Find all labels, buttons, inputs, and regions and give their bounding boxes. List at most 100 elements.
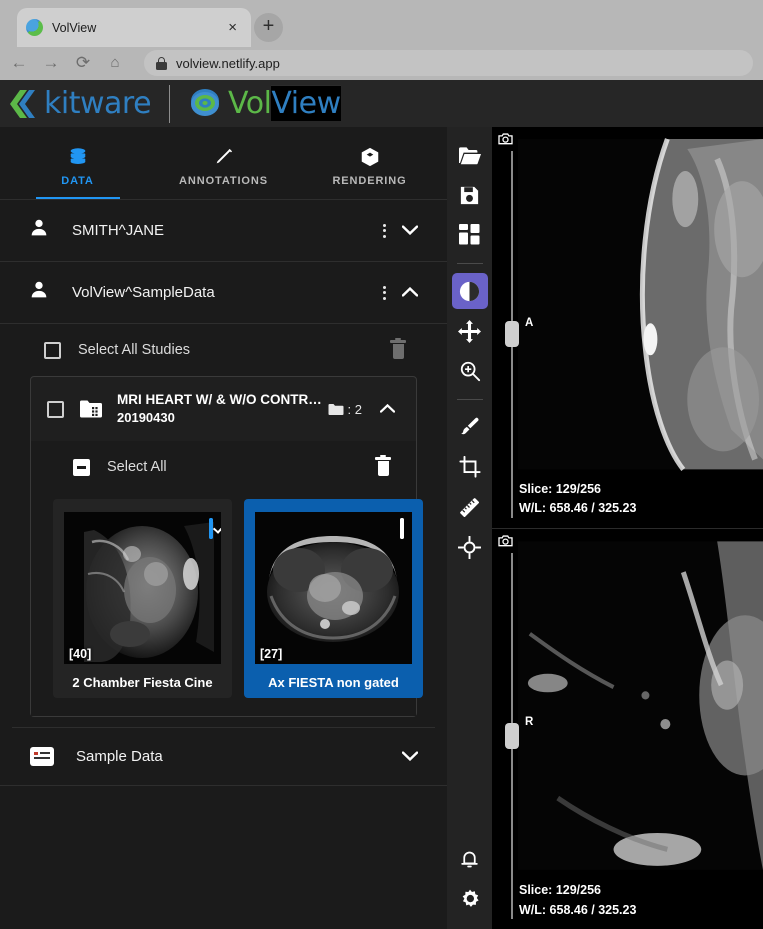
series-thumbnail[interactable]: [40] — [64, 512, 221, 664]
back-icon[interactable]: ← — [10, 54, 28, 72]
slice-info: Slice: 129/256 — [519, 481, 602, 496]
series-name: 2 Chamber Fiesta Cine — [72, 675, 213, 690]
series-thumbnail[interactable]: [27] — [255, 512, 412, 664]
series-slice-count: [27] — [260, 647, 283, 661]
patient-row-smith-jane[interactable]: SMITH^JANE — [0, 200, 447, 262]
study-folder-icon — [79, 399, 103, 419]
chevron-down-icon[interactable] — [395, 748, 425, 766]
delete-series-button[interactable] — [374, 454, 392, 477]
chevron-down-icon[interactable] — [395, 222, 425, 240]
select-all-series-label: Select All — [107, 459, 167, 475]
module-tabs: DATA ANNOTATIONS RENDERING — [0, 127, 447, 200]
study-header-row[interactable]: MRI HEART W/ & W/O CONTR… 20190430 : 2 — [31, 377, 416, 441]
series-section: Select All [40] 2 Chamber Fiesta Cine [2… — [31, 441, 423, 716]
close-icon[interactable]: × — [223, 20, 242, 35]
slice-info: Slice: 129/256 — [519, 883, 602, 898]
screenshot-camera-icon[interactable] — [498, 132, 513, 145]
tab-data[interactable]: DATA — [24, 127, 132, 199]
mri-thumbnail-image — [64, 512, 221, 664]
forward-icon[interactable]: → — [42, 54, 60, 72]
pan-icon[interactable] — [452, 313, 488, 349]
settings-gear-icon[interactable] — [452, 881, 488, 917]
viewport-sagittal[interactable]: A Slice: 129/256 W/L: 658.46 / 325.23 — [492, 127, 763, 528]
slice-slider-thumb[interactable] — [505, 722, 519, 749]
left-panel: DATA ANNOTATIONS RENDERING SMITH^JANE Vo… — [0, 127, 447, 929]
zoom-icon[interactable] — [452, 353, 488, 389]
chevron-up-icon[interactable] — [395, 284, 425, 302]
select-all-series-checkbox[interactable] — [73, 458, 90, 476]
reload-icon[interactable]: ⟳ — [74, 54, 92, 72]
mri-thumbnail-image — [255, 512, 412, 664]
kitware-chevron-icon — [8, 88, 42, 120]
tab-rendering[interactable]: RENDERING — [316, 127, 424, 199]
select-all-studies-checkbox[interactable] — [44, 341, 61, 359]
select-all-series-row[interactable]: Select All — [31, 441, 416, 493]
new-tab-button[interactable]: + — [254, 13, 283, 42]
volview-logo-icon — [188, 87, 222, 121]
tab-rendering-label: RENDERING — [332, 174, 407, 187]
series-name: Ax FIESTA non gated — [268, 675, 399, 690]
viewport-coronal[interactable]: R Slice: 129/256 W/L: 658.46 / 325.23 — [492, 527, 763, 929]
rail-divider — [456, 399, 483, 400]
crosshairs-icon[interactable] — [452, 529, 488, 565]
medical-image-slice[interactable] — [492, 528, 763, 929]
paint-brush-icon[interactable] — [452, 409, 488, 445]
tab-active-indicator — [35, 197, 120, 199]
brand-divider — [169, 84, 171, 123]
address-bar[interactable]: volview.netlify.app — [144, 50, 753, 76]
slice-slider[interactable] — [504, 552, 520, 919]
study-card: MRI HEART W/ & W/O CONTR… 20190430 : 2 S… — [30, 376, 423, 717]
browser-tabstrip: VolView × + — [0, 0, 763, 46]
home-icon[interactable]: ⌂ — [106, 54, 124, 72]
study-list: Select All Studies MRI HEART W/ & W/O CO… — [0, 324, 447, 786]
study-series-count: : 2 — [328, 402, 362, 417]
rail-divider — [456, 263, 483, 264]
series-card[interactable]: [40] 2 Chamber Fiesta Cine — [53, 499, 232, 698]
study-titles: MRI HEART W/ & W/O CONTR… 20190430 — [117, 391, 328, 427]
crop-icon[interactable] — [452, 449, 488, 485]
volview-wordmark: VolView — [228, 85, 341, 121]
patient-menu-button[interactable] — [373, 285, 395, 300]
open-files-icon[interactable] — [452, 137, 488, 173]
save-session-icon[interactable] — [452, 177, 488, 213]
window-level-icon[interactable] — [451, 273, 488, 309]
person-icon — [28, 279, 50, 306]
select-all-studies-label: Select All Studies — [78, 342, 191, 358]
layout-grid-icon[interactable] — [452, 217, 488, 253]
viewport-overlay-info: Slice: 129/256 W/L: 658.46 / 325.23 — [519, 881, 636, 920]
series-checkbox[interactable] — [209, 518, 213, 539]
series-card[interactable]: [27] Ax FIESTA non gated — [244, 499, 423, 698]
window-level-info: W/L: 658.46 / 325.23 — [519, 501, 637, 516]
tool-rail — [447, 127, 492, 929]
study-name: MRI HEART W/ & W/O CONTR… — [117, 392, 322, 407]
main-body: DATA ANNOTATIONS RENDERING SMITH^JANE Vo… — [0, 127, 763, 929]
study-collapse-chevron-up-icon[interactable] — [372, 400, 402, 418]
series-checkbox[interactable] — [400, 518, 404, 539]
series-slice-count: [40] — [69, 647, 92, 661]
series-checkbox-wrap[interactable] — [400, 518, 404, 539]
person-icon — [28, 217, 50, 244]
notifications-bell-icon[interactable] — [452, 841, 488, 877]
database-icon — [67, 146, 89, 168]
browser-tab[interactable]: VolView × — [18, 9, 250, 46]
delete-all-studies-button[interactable] — [389, 337, 407, 360]
series-checkbox-wrap[interactable] — [209, 518, 213, 539]
browser-chrome: VolView × + ← → ⟳ ⌂ volview.netlify.app — [0, 0, 763, 80]
patient-menu-button[interactable] — [373, 223, 395, 238]
screenshot-camera-icon[interactable] — [498, 534, 513, 547]
volview-wordmark-vol: Vol — [228, 86, 272, 121]
sample-data-icon — [30, 747, 54, 766]
patient-name: VolView^SampleData — [72, 284, 215, 301]
slice-slider-thumb[interactable] — [505, 321, 519, 348]
patient-row-volview-sampledata[interactable]: VolView^SampleData — [0, 262, 447, 324]
volview-wordmark-view: View — [271, 85, 341, 121]
window-level-info: W/L: 658.46 / 325.23 — [519, 902, 637, 917]
tab-annotations[interactable]: ANNOTATIONS — [170, 127, 278, 199]
ruler-icon[interactable] — [452, 489, 488, 525]
viewport-stack: A Slice: 129/256 W/L: 658.46 / 325.23 R … — [492, 127, 763, 929]
study-checkbox[interactable] — [47, 400, 64, 418]
sample-data-row[interactable]: Sample Data — [0, 728, 447, 786]
orientation-label: R — [525, 715, 534, 728]
select-all-studies-row[interactable]: Select All Studies — [0, 324, 447, 376]
slice-slider[interactable] — [504, 151, 520, 518]
